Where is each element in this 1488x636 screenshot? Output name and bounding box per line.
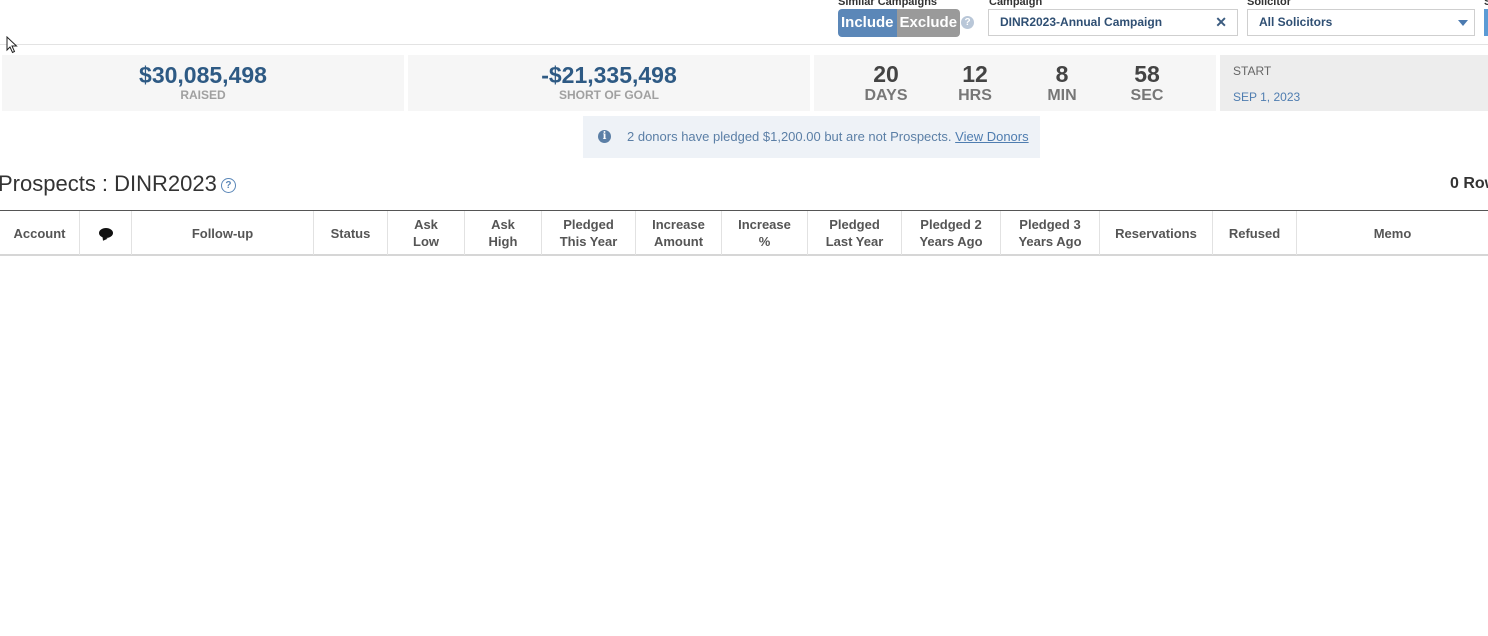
- solicitor-label: Solicitor: [1247, 0, 1292, 8]
- campaign-select[interactable]: DINR2023-Annual Campaign ✕: [988, 9, 1238, 36]
- column-header-pledged-2-years-ago[interactable]: Pledged 2 Years Ago: [902, 211, 1001, 255]
- edge-button[interactable]: [1484, 9, 1488, 36]
- column-header-follow-up[interactable]: Follow-up: [132, 211, 314, 255]
- column-header-refused[interactable]: Refused: [1213, 211, 1297, 255]
- start-card: START SEP 1, 2023: [1220, 55, 1488, 111]
- countdown-hours: 12 HRS: [958, 61, 992, 104]
- help-icon[interactable]: ?: [961, 16, 974, 29]
- edge-label: S: [1484, 0, 1488, 8]
- info-icon: i: [598, 130, 611, 143]
- start-label: START: [1233, 64, 1272, 78]
- row-count: 0 Rows: [1450, 175, 1488, 192]
- solicitor-select[interactable]: All Solicitors: [1247, 9, 1475, 36]
- column-header-comments[interactable]: [80, 211, 132, 255]
- column-header-memo[interactable]: Memo: [1297, 211, 1488, 255]
- similar-campaigns-toggle: Include Exclude: [838, 9, 961, 37]
- help-icon[interactable]: ?: [220, 177, 236, 193]
- column-header-pledged-last-year[interactable]: Pledged Last Year: [808, 211, 902, 255]
- solicitor-value: All Solicitors: [1259, 15, 1333, 29]
- prospects-table-header: Account Follow-up Status Ask Low Ask High …: [0, 210, 1488, 256]
- column-header-increase-percent[interactable]: Increase%: [722, 211, 808, 255]
- column-header-status[interactable]: Status: [314, 211, 388, 255]
- countdown-days: 20 DAYS: [864, 61, 908, 104]
- clear-icon[interactable]: ✕: [1215, 10, 1227, 35]
- column-header-ask-low[interactable]: Ask Low: [388, 211, 465, 255]
- notice-text: 2 donors have pledged $1,200.00 but are …: [627, 129, 952, 144]
- raised-value: $30,085,498: [139, 62, 267, 88]
- campaign-value: DINR2023-Annual Campaign: [1000, 15, 1163, 29]
- start-date: SEP 1, 2023: [1233, 90, 1301, 104]
- chevron-down-icon: [1458, 20, 1468, 26]
- exclude-button[interactable]: Exclude: [896, 9, 961, 37]
- countdown: 20 DAYS 12 HRS 8 MIN 58 SEC: [814, 55, 1216, 111]
- include-button[interactable]: Include: [838, 9, 897, 37]
- raised-label: RAISED: [180, 88, 226, 102]
- prospects-notice: i 2 donors have pledged $1,200.00 but ar…: [583, 116, 1040, 158]
- similar-campaigns-label: Similar Campaigns: [838, 0, 938, 8]
- countdown-minutes: 8 MIN: [1047, 61, 1077, 104]
- comment-icon: [98, 228, 113, 238]
- column-header-pledged-this-year[interactable]: Pledged This Year: [542, 211, 636, 255]
- view-donors-link[interactable]: View Donors: [955, 129, 1028, 144]
- column-header-account[interactable]: Account: [0, 211, 80, 255]
- filter-bar: Similar Campaigns Include Exclude ? Camp…: [0, 0, 1488, 45]
- page-title-text: Prospects : DINR2023: [0, 171, 217, 196]
- short-of-goal-card: -$21,335,498 SHORT OF GOAL: [408, 55, 810, 111]
- short-of-goal-label: SHORT OF GOAL: [559, 88, 659, 102]
- raised-card: $30,085,498 RAISED: [2, 55, 404, 111]
- short-of-goal-value: -$21,335,498: [541, 62, 677, 88]
- column-header-reservations[interactable]: Reservations: [1100, 211, 1213, 255]
- column-header-ask-high[interactable]: Ask High: [465, 211, 542, 255]
- column-header-increase-amount[interactable]: Increase Amount: [636, 211, 722, 255]
- campaign-label: Campaign: [989, 0, 1043, 8]
- mouse-cursor-icon: [6, 36, 18, 54]
- countdown-seconds: 58 SEC: [1130, 61, 1164, 104]
- page-title: Prospects : DINR2023?: [0, 171, 236, 197]
- column-header-pledged-3-years-ago[interactable]: Pledged 3 Years Ago: [1001, 211, 1100, 255]
